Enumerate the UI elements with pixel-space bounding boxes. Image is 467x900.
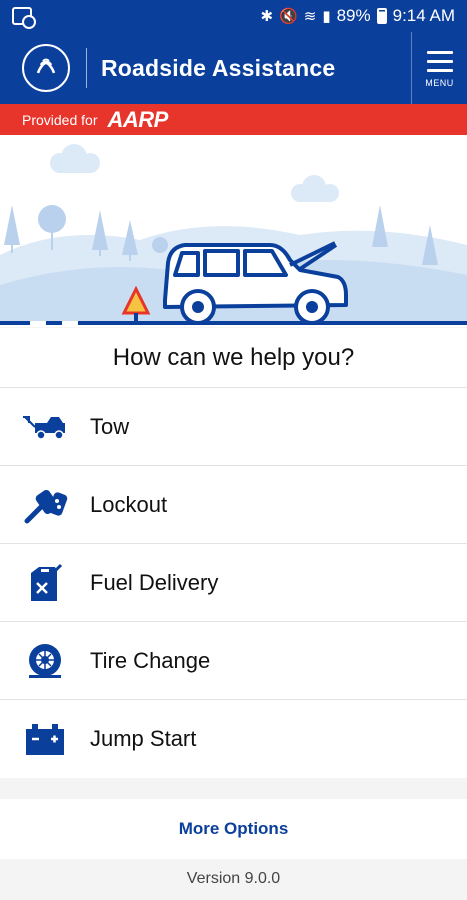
service-item-jump-start[interactable]: Jump Start (0, 700, 467, 778)
battery-percent: 89% (336, 6, 371, 25)
aarp-logo: AARP (107, 106, 168, 132)
car-key-icon (0, 485, 90, 525)
broken-down-car-illustration (0, 135, 467, 327)
service-label: Jump Start (90, 726, 197, 751)
hero-illustration (0, 135, 467, 327)
header-divider (86, 48, 87, 88)
version-text: Version 9.0.0 (186, 870, 281, 887)
fuel-can-icon (0, 563, 90, 603)
hamburger-icon-bar (426, 60, 453, 63)
tow-truck-icon (0, 413, 90, 441)
bluetooth-icon: ✱ (260, 8, 274, 25)
more-options-button[interactable]: More Options (0, 799, 467, 859)
service-item-fuel-delivery[interactable]: Fuel Delivery (0, 544, 467, 622)
mute-icon: 🔇 (279, 8, 298, 25)
service-item-tire-change[interactable]: Tire Change (0, 622, 467, 700)
service-item-lockout[interactable]: Lockout (0, 466, 467, 544)
status-bar: ✱ 🔇 ≋ ▮ 89% 9:14 AM (0, 0, 467, 32)
tire-icon (0, 641, 90, 681)
service-label: Fuel Delivery (90, 569, 219, 595)
menu-button[interactable]: MENU (411, 32, 467, 104)
service-label: Tow (90, 413, 130, 439)
hamburger-icon (426, 51, 453, 54)
allstate-logo-icon (22, 44, 70, 92)
app-title: Roadside Assistance (101, 54, 336, 81)
notification-icon (12, 7, 36, 29)
provided-for-text: Provided for (22, 111, 98, 128)
wifi-icon: ≋ (303, 8, 317, 25)
battery-icon (0, 721, 90, 757)
provided-bar: Provided for AARP (0, 104, 467, 135)
clock: 9:14 AM (392, 6, 455, 25)
service-label: Lockout (90, 491, 168, 517)
battery-icon (376, 8, 387, 24)
app-header: Roadside Assistance MENU (0, 32, 467, 104)
help-prompt: How can we help you? (0, 328, 467, 388)
menu-label: MENU (425, 78, 454, 88)
service-item-tow[interactable]: Tow (0, 388, 467, 466)
signal-icon: ▮ (322, 8, 331, 25)
service-label: Tire Change (90, 647, 211, 673)
hamburger-icon-bar (426, 69, 453, 72)
service-list: Tow Lockout Fuel Delivery Tire Change Ju… (0, 388, 467, 778)
